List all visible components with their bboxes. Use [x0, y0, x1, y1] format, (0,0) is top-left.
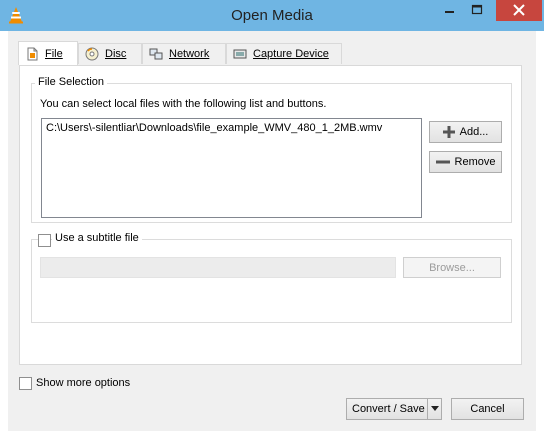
- tab-file-label: File: [45, 47, 63, 60]
- tab-network[interactable]: Network: [142, 43, 226, 64]
- tab-panel-file: File Selection You can select local file…: [19, 65, 522, 365]
- file-selection-group: File Selection You can select local file…: [31, 76, 512, 223]
- title-bar[interactable]: Open Media: [0, 0, 544, 31]
- add-button[interactable]: Add...: [429, 121, 502, 143]
- disc-icon: [85, 47, 99, 61]
- subtitle-path-field[interactable]: [40, 257, 396, 278]
- file-icon: [27, 47, 38, 60]
- remove-button-label: Remove: [454, 156, 496, 168]
- file-selection-label: File Selection: [35, 76, 108, 88]
- minus-icon: [435, 160, 450, 164]
- tab-disc[interactable]: Disc: [78, 43, 142, 64]
- maximize-button[interactable]: [464, 0, 490, 21]
- convert-save-button[interactable]: Convert / Save: [346, 398, 442, 420]
- window-title: Open Media: [231, 7, 313, 24]
- add-button-label: Add...: [459, 126, 489, 138]
- show-more-options-checkbox[interactable]: [19, 377, 32, 390]
- minimize-icon: [445, 11, 454, 13]
- close-button[interactable]: [496, 0, 542, 21]
- open-media-window: Open Media File Disc Network Capture Dev…: [0, 0, 544, 439]
- convert-save-label: Convert / Save: [352, 403, 425, 415]
- dropdown-divider: [427, 399, 428, 419]
- minimize-button[interactable]: [436, 0, 462, 21]
- maximize-icon: [471, 4, 483, 15]
- plus-icon: [442, 126, 455, 138]
- tab-disc-label: Disc: [105, 48, 127, 60]
- show-more-options-label[interactable]: Show more options: [36, 377, 130, 389]
- tab-capture-device[interactable]: Capture Device: [226, 43, 342, 64]
- dropdown-arrow-icon[interactable]: [431, 406, 439, 412]
- cancel-button[interactable]: Cancel: [451, 398, 524, 420]
- file-selection-instructions: You can select local files with the foll…: [40, 98, 327, 110]
- file-list[interactable]: C:\Users\-silentliar\Downloads\file_exam…: [41, 118, 422, 218]
- subtitle-checkbox[interactable]: [38, 234, 51, 247]
- tab-capture-device-label: Capture Device: [253, 48, 329, 60]
- tab-network-label: Network: [169, 48, 210, 60]
- network-icon: [149, 48, 163, 60]
- subtitle-checkbox-label[interactable]: Use a subtitle file: [52, 232, 142, 244]
- file-list-item[interactable]: C:\Users\-silentliar\Downloads\file_exam…: [46, 122, 382, 134]
- tab-file[interactable]: File: [18, 41, 78, 65]
- browse-button[interactable]: Browse...: [403, 257, 501, 278]
- close-icon: [513, 4, 525, 16]
- dialog-body: File Disc Network Capture Device File Se…: [8, 31, 536, 431]
- subtitle-group: Use a subtitle file Browse...: [31, 232, 512, 323]
- remove-button[interactable]: Remove: [429, 151, 502, 173]
- capture-device-icon: [233, 49, 247, 59]
